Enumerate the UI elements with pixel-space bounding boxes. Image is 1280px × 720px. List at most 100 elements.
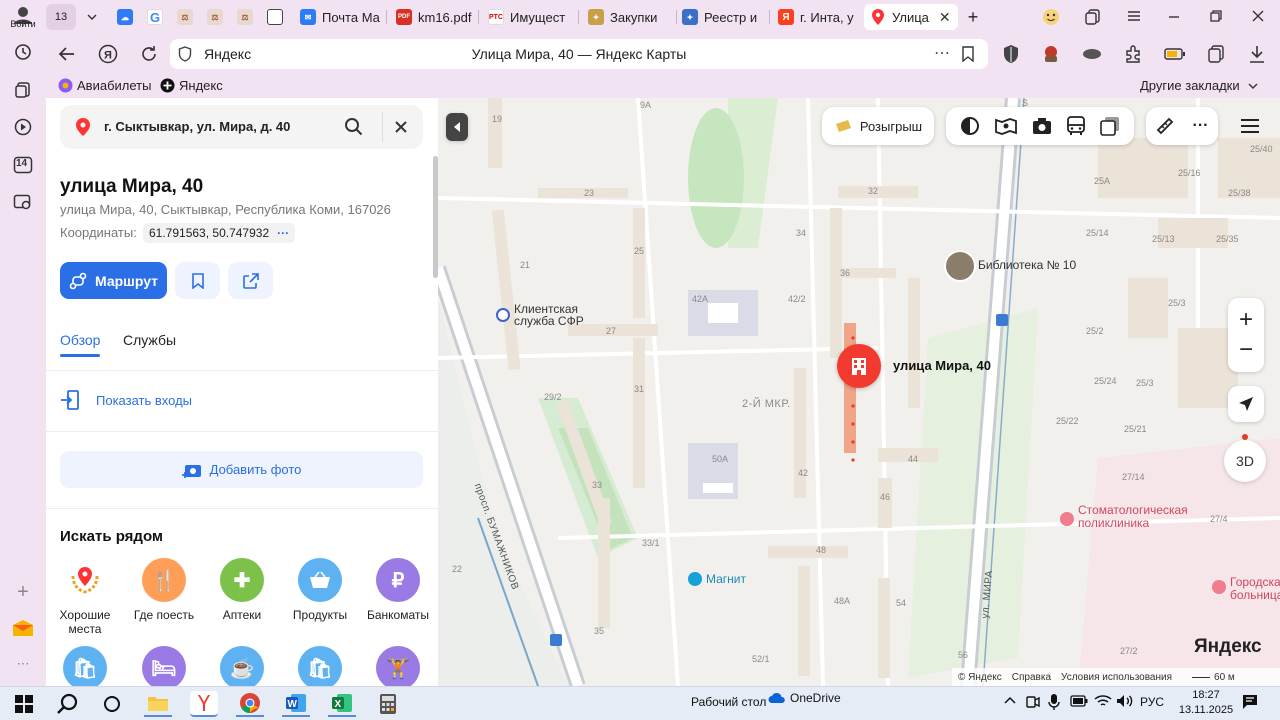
restore-icon[interactable] [1208, 8, 1224, 24]
my-location-button[interactable] [1228, 386, 1264, 422]
desktop-label[interactable]: Рабочий стол [691, 695, 766, 709]
share-button[interactable] [228, 262, 273, 299]
save-bookmark-button[interactable] [175, 262, 220, 299]
hamburger-menu-icon[interactable] [1240, 118, 1260, 134]
tab-pochta[interactable]: ✉ Почта Ма [294, 4, 380, 30]
task-view-icon[interactable] [98, 691, 126, 717]
layers-circle-icon[interactable] [960, 116, 980, 136]
sfr-poi-icon[interactable] [496, 308, 510, 322]
word-icon[interactable]: W [282, 691, 310, 717]
meet-now-icon[interactable] [1026, 694, 1040, 710]
pinned-tab-cloud[interactable]: ☁ [114, 4, 136, 30]
file-explorer-icon[interactable] [144, 691, 172, 717]
protect-icon[interactable] [1002, 44, 1020, 64]
bus-stop-icon[interactable] [550, 634, 562, 646]
chrome-icon[interactable] [236, 691, 264, 717]
more-dots-icon[interactable]: ··· [277, 226, 289, 240]
zoom-in-button[interactable]: + [1239, 305, 1253, 335]
tab-services[interactable]: Службы [123, 332, 176, 348]
magnit-poi-icon[interactable] [688, 572, 702, 586]
collections-icon[interactable] [11, 78, 35, 102]
calendar-icon[interactable]: 14 [11, 153, 35, 177]
screenshot-icon[interactable] [11, 190, 35, 214]
collapse-sidebar-button[interactable] [446, 113, 468, 141]
bookmark-icon[interactable] [962, 46, 974, 62]
more-dots-icon[interactable]: ⋯ [11, 652, 35, 676]
dental-poi-icon[interactable] [1060, 512, 1074, 526]
more-icon[interactable]: ⋯ [934, 43, 950, 63]
nearby-pharmacy[interactable]: ✚ Аптеки [203, 558, 281, 622]
calculator-icon[interactable] [374, 691, 402, 717]
show-hidden-icons-chevron[interactable] [1004, 696, 1016, 704]
menu-icon[interactable] [1126, 8, 1142, 24]
help-link[interactable]: Справка [1012, 672, 1051, 683]
extension-disk-icon[interactable] [1082, 47, 1102, 61]
back-icon[interactable] [58, 45, 76, 63]
bookmark-yandex[interactable]: Яндекс [160, 78, 223, 93]
windows-start-icon[interactable] [10, 691, 38, 717]
search-box[interactable]: г. Сыктывкар, ул. Мира, д. 40 [60, 105, 423, 149]
add-photo-button[interactable]: Добавить фото [60, 451, 423, 488]
close-tab-icon[interactable]: ✕ [939, 9, 951, 26]
mail-app-icon[interactable] [11, 616, 35, 640]
search-input[interactable]: г. Сыктывкар, ул. Мира, д. 40 [104, 119, 290, 134]
battery-saver-icon[interactable] [1164, 47, 1186, 61]
selected-place-pin[interactable] [837, 344, 881, 388]
other-bookmarks[interactable]: Другие закладки [1140, 78, 1258, 93]
battery-icon[interactable] [1070, 695, 1088, 707]
tab-km16[interactable]: PDF km16.pdf [390, 4, 474, 30]
more-dots-icon[interactable]: ··· [1193, 117, 1209, 135]
raffle-button[interactable]: Розыгрыш [822, 107, 934, 145]
bus-stop-icon[interactable] [996, 314, 1008, 326]
minimize-icon[interactable] [1166, 8, 1182, 24]
magnit-poi-label[interactable]: Магнит [706, 572, 746, 586]
extensions-puzzle-icon[interactable] [1124, 44, 1144, 64]
bus-icon[interactable] [1067, 116, 1086, 136]
pinned-tab-google[interactable]: G [144, 4, 166, 30]
pinned-tab-doc3[interactable]: ⚖ [234, 4, 256, 30]
new-tab-button[interactable]: + [960, 4, 986, 30]
history-icon[interactable] [11, 40, 35, 64]
search-icon[interactable] [54, 691, 82, 717]
3d-toggle-button[interactable]: 3D [1224, 440, 1266, 482]
nearby-stores[interactable]: 🛍 [281, 646, 359, 686]
nearby-fitness[interactable]: 🏋 [359, 646, 437, 686]
extension-avatar-icon[interactable] [1040, 43, 1062, 65]
yandex-browser-icon[interactable]: Я [98, 44, 118, 64]
reload-icon[interactable] [140, 45, 158, 63]
download-icon[interactable] [1248, 44, 1266, 64]
address-bar[interactable]: Яндекс Улица Мира, 40 — Яндекс Карты ⋯ [170, 39, 988, 69]
add-panel-icon[interactable]: + [11, 580, 35, 604]
onedrive-indicator[interactable]: OneDrive [768, 691, 841, 705]
close-window-icon[interactable] [1250, 8, 1266, 24]
nearby-hotels[interactable]: 🛏 [125, 646, 203, 686]
search-icon[interactable] [344, 117, 364, 137]
tab-imushchestvo[interactable]: РТС Имущест [482, 4, 574, 30]
tab-counter[interactable]: 13 [46, 4, 76, 30]
nearby-cafe[interactable]: ☕ [203, 646, 281, 686]
microphone-icon[interactable] [1048, 693, 1060, 711]
play-icon[interactable] [11, 115, 35, 139]
tab-ulitsa-active[interactable]: Улица ✕ [864, 4, 958, 30]
tab-reestr[interactable]: ✦ Реестр и [676, 4, 766, 30]
yandex-browser-taskbar-icon[interactable] [190, 691, 218, 717]
copyright[interactable]: © Яндекс [958, 672, 1002, 683]
tab-overview[interactable]: Обзор [60, 332, 100, 348]
language-indicator[interactable]: РУС [1140, 695, 1164, 709]
tabs-collection-icon[interactable] [1084, 8, 1102, 26]
library-poi-label[interactable]: Библиотека № 10 [978, 258, 1076, 272]
login-label[interactable]: Войти [2, 19, 44, 29]
ruler-icon[interactable] [1156, 117, 1174, 135]
map-layers-icon[interactable] [1100, 116, 1120, 136]
pinned-tab-doc1[interactable]: ⚖ [174, 4, 196, 30]
excel-icon[interactable]: X [328, 691, 356, 717]
route-button[interactable]: Маршрут [60, 262, 167, 299]
tabs-dropdown-icon[interactable] [80, 4, 104, 30]
sfr-poi[interactable]: Клиентская служба СФР [514, 303, 584, 327]
panorama-icon[interactable] [994, 117, 1017, 135]
emoji-icon[interactable] [1042, 8, 1060, 26]
volume-icon[interactable] [1116, 694, 1134, 708]
camera-icon[interactable] [1032, 117, 1052, 135]
library-poi-photo[interactable] [944, 250, 976, 282]
nearby-food[interactable]: 🍴 Где поесть [125, 558, 203, 622]
